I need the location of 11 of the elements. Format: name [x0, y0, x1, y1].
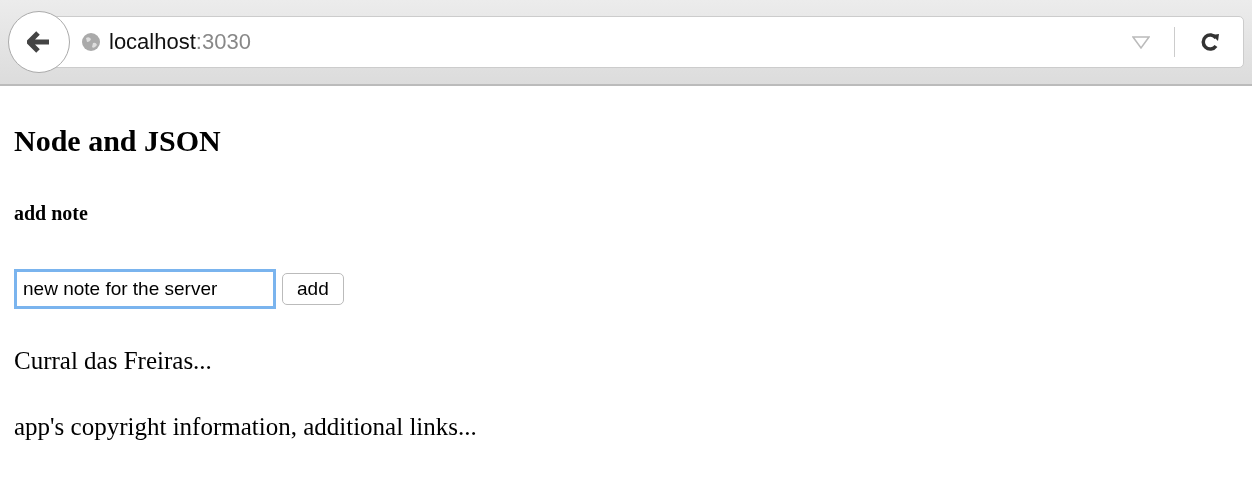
footer-text: app's copyright information, additional links...	[14, 413, 478, 441]
reload-icon[interactable]	[1199, 31, 1221, 53]
page-title: Node and JSON	[14, 124, 222, 158]
url-text: localhost:3030	[109, 29, 251, 55]
note-input-field[interactable]: new note for the server	[14, 269, 276, 309]
globe-icon	[81, 32, 101, 52]
back-arrow-icon	[27, 31, 51, 53]
address-bar[interactable]: localhost:3030	[56, 16, 1244, 68]
note-text: Curral das Freiras...	[14, 347, 213, 375]
add-button[interactable]: add	[282, 273, 344, 305]
section-heading: add note	[14, 202, 89, 225]
